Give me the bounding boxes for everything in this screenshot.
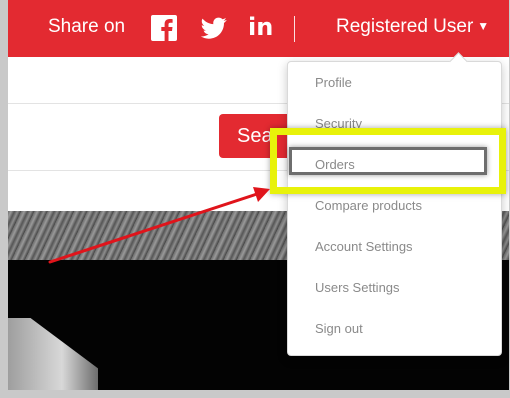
facebook-icon[interactable] bbox=[151, 15, 177, 41]
user-menu-label: Registered User bbox=[336, 16, 474, 37]
menu-item-account-settings[interactable]: Account Settings bbox=[288, 232, 501, 262]
registered-user-menu[interactable]: Registered User ▼ bbox=[336, 16, 489, 38]
highlight-inner-border bbox=[289, 147, 487, 175]
user-dropdown-menu: Profile Security Orders Compare products… bbox=[287, 61, 502, 356]
page-frame: Share on in Registered User ▼ Sea Profile… bbox=[8, 0, 509, 390]
highlight-box bbox=[270, 128, 506, 194]
menu-item-users-settings[interactable]: Users Settings bbox=[288, 273, 501, 303]
top-bar: Share on in Registered User ▼ bbox=[8, 0, 509, 57]
divider bbox=[294, 16, 295, 42]
share-label: Share on bbox=[48, 16, 126, 37]
menu-item-compare-products[interactable]: Compare products bbox=[288, 191, 501, 221]
menu-item-profile[interactable]: Profile bbox=[288, 68, 501, 98]
caret-down-icon: ▼ bbox=[477, 19, 490, 33]
twitter-icon[interactable] bbox=[201, 15, 227, 41]
menu-item-sign-out[interactable]: Sign out bbox=[288, 314, 501, 344]
linkedin-icon[interactable]: in bbox=[248, 12, 282, 42]
